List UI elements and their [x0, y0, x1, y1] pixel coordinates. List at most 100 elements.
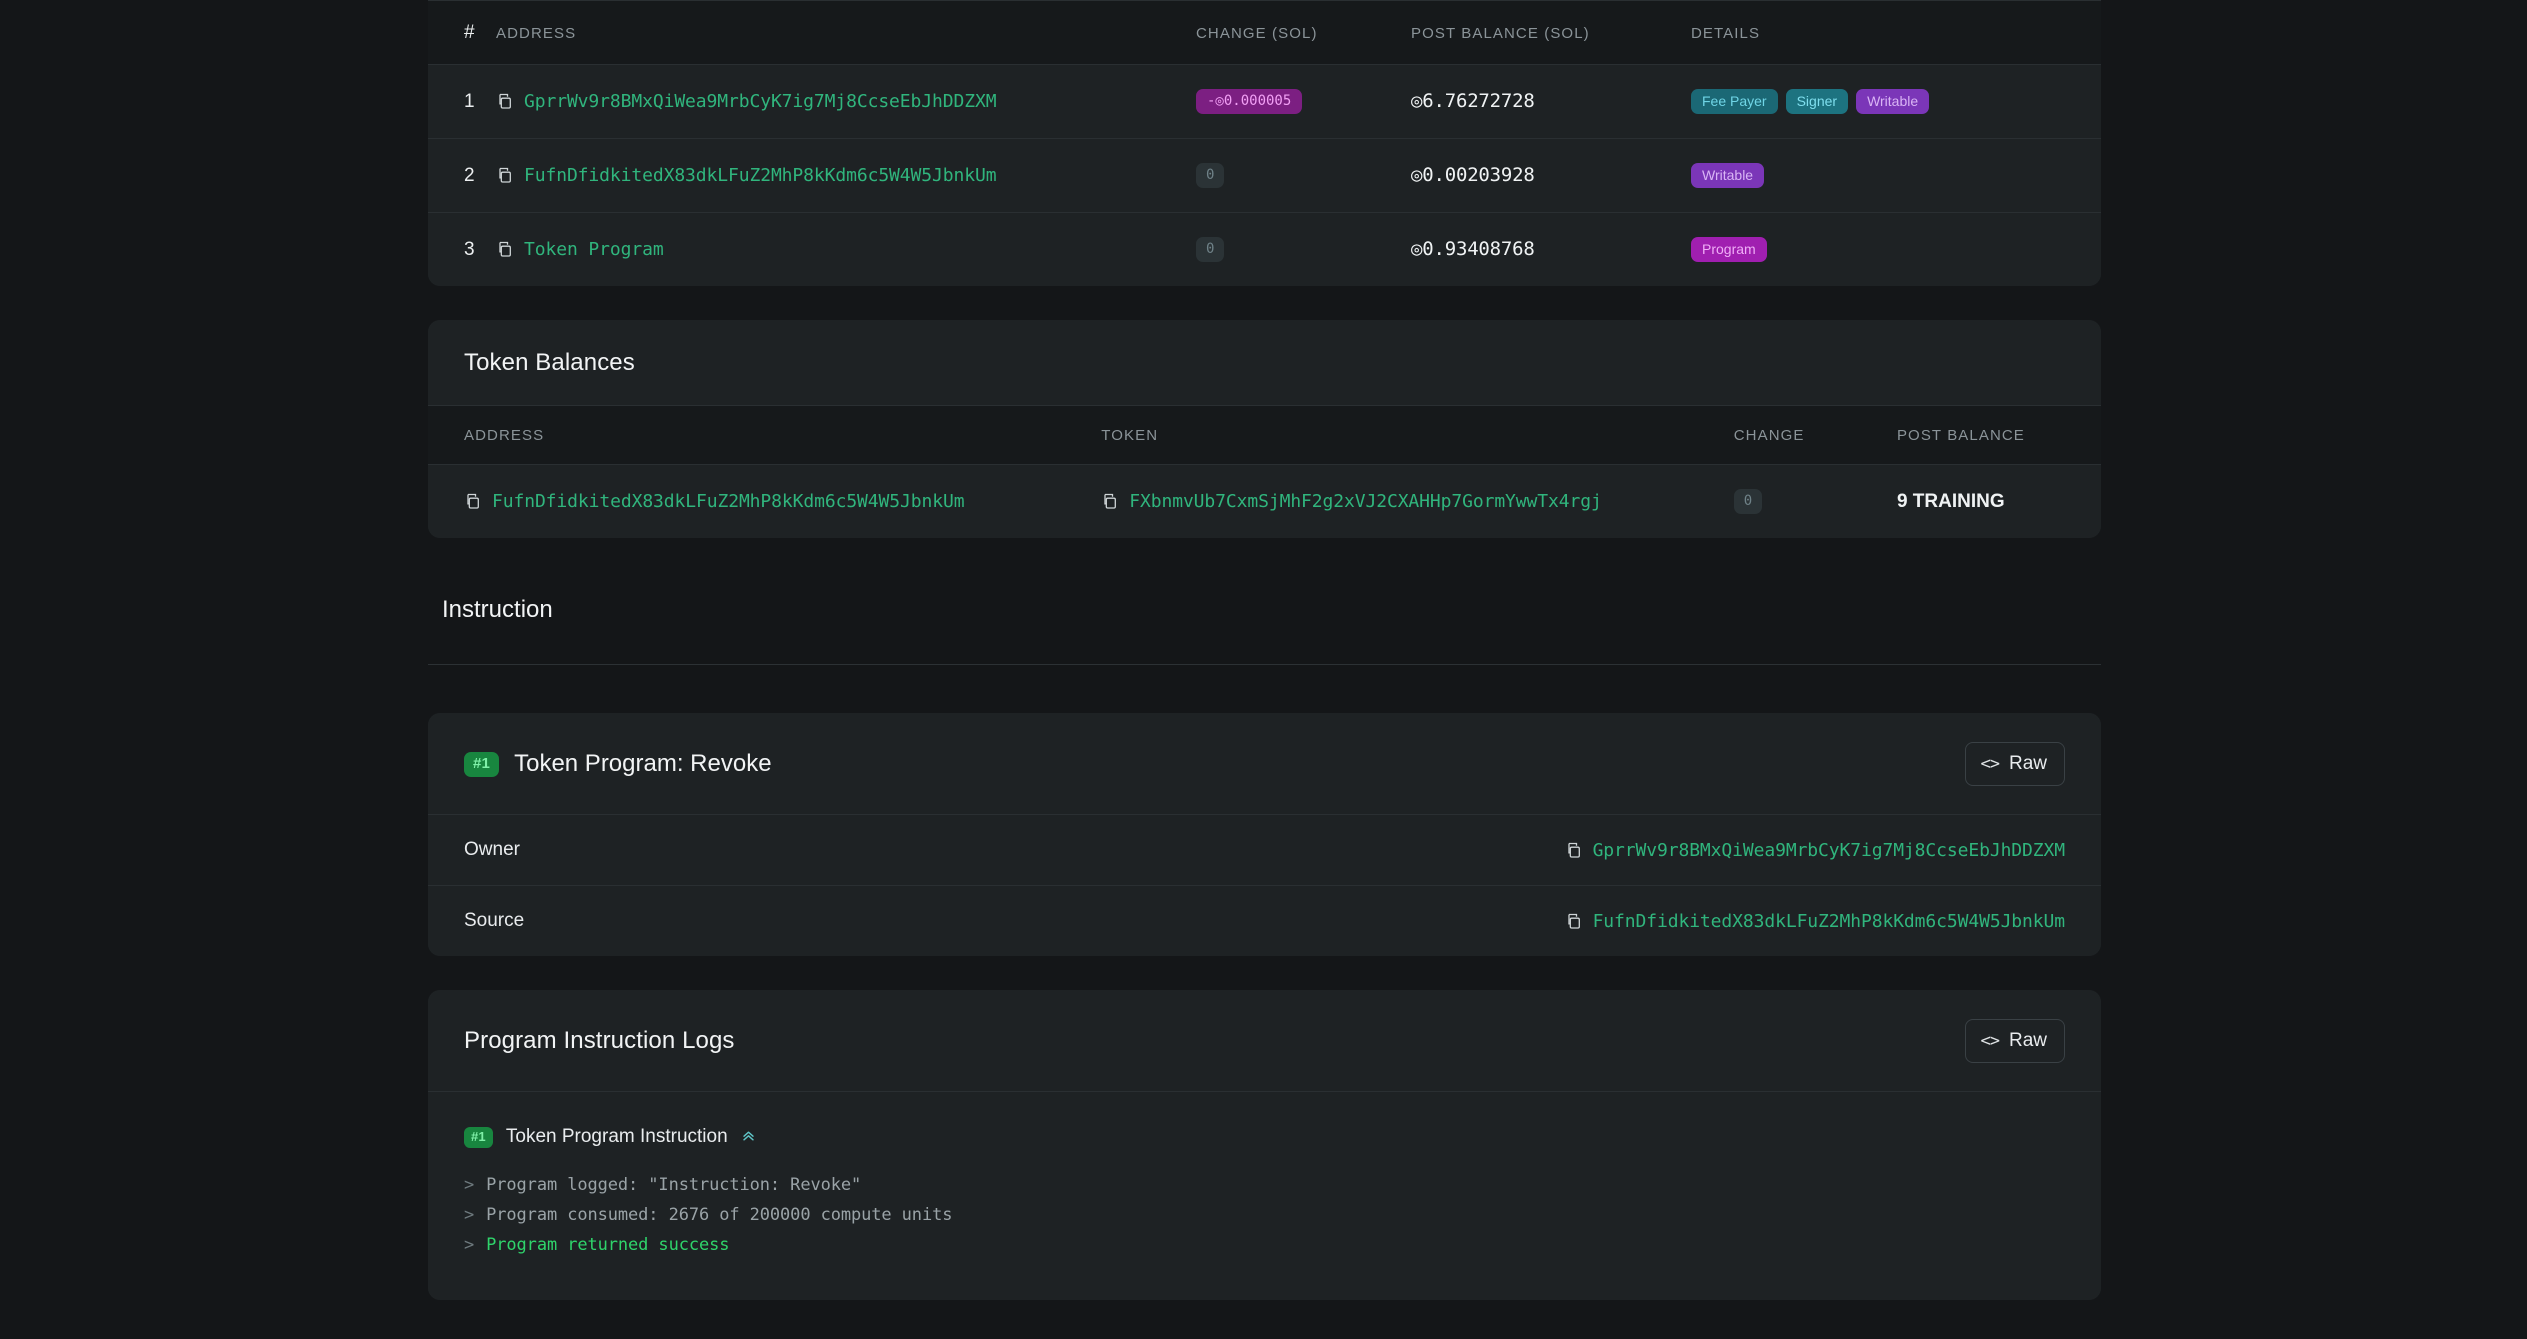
code-icon: <>: [1981, 754, 1999, 774]
change-badge: 0: [1734, 489, 1762, 514]
row-details-cell: Writable: [1691, 139, 2101, 213]
address-link[interactable]: FufnDfidkitedX83dkLFuZ2MhP8kKdm6c5W4W5Jb…: [524, 165, 996, 186]
row-change-cell: 0: [1196, 139, 1411, 213]
token-balances-table: ADDRESS TOKEN CHANGE POST BALANCE: [428, 405, 2101, 538]
table-row: 1 GprrWv9r8BMxQiWea9M: [428, 65, 2101, 139]
token-balances-title: Token Balances: [464, 349, 2065, 377]
instruction-title: Token Program: Revoke: [514, 750, 771, 778]
table-row: 2 FufnDfidkitedX83dkL: [428, 139, 2101, 213]
post-balance-value: ◎0.00203928: [1411, 164, 1535, 186]
log-line-text: Program consumed: 2676 of 200000 compute…: [486, 1205, 952, 1225]
instruction-index-badge: #1: [464, 752, 499, 778]
col-tb-change: CHANGE: [1734, 406, 1897, 465]
badge-writable: Writable: [1856, 89, 1929, 114]
source-address-link[interactable]: FufnDfidkitedX83dkLFuZ2MhP8kKdm6c5W4W5Jb…: [1593, 911, 2065, 932]
row-index: 1: [428, 65, 496, 139]
log-prefix-icon: >: [464, 1235, 474, 1255]
copy-icon[interactable]: [1565, 913, 1582, 930]
raw-button[interactable]: <> Raw: [1965, 1019, 2066, 1063]
content-container: # ADDRESS CHANGE (SOL) POST BALANCE (SOL…: [428, 0, 2101, 1334]
program-logs-body: #1 Token Program Instruction > Program lo…: [428, 1091, 2101, 1300]
transaction-detail-page: # ADDRESS CHANGE (SOL) POST BALANCE (SOL…: [0, 0, 2527, 1339]
instruction-row-value: FufnDfidkitedX83dkLFuZ2MhP8kKdm6c5W4W5Jb…: [1565, 911, 2065, 932]
log-line-text: Program returned success: [486, 1235, 729, 1255]
token-balances-card: Token Balances ADDRESS TOKEN CHANGE POST…: [428, 320, 2101, 538]
log-line: > Program logged: "Instruction: Revoke": [464, 1170, 2065, 1200]
chevron-double-up-icon[interactable]: [741, 1128, 756, 1146]
copy-icon[interactable]: [496, 93, 513, 110]
row-post-balance: ◎0.00203928: [1411, 139, 1691, 213]
instruction-section-heading: Instruction: [428, 596, 2101, 624]
raw-button-label: Raw: [2009, 1030, 2047, 1052]
raw-button[interactable]: <> Raw: [1965, 742, 2066, 786]
log-line-success: > Program returned success: [464, 1230, 2065, 1260]
row-details-cell: Program: [1691, 213, 2101, 287]
col-index: #: [428, 1, 496, 65]
change-badge: -◎0.000005: [1196, 89, 1302, 114]
instruction-title-group: #1 Token Program: Revoke: [464, 750, 772, 778]
badge-program: Program: [1691, 237, 1767, 262]
token-balances-header-row: ADDRESS TOKEN CHANGE POST BALANCE: [428, 406, 2101, 465]
accounts-table-body: 1 GprrWv9r8BMxQiWea9M: [428, 65, 2101, 287]
col-address: ADDRESS: [496, 1, 1196, 65]
log-line: > Program consumed: 2676 of 200000 comput…: [464, 1200, 2065, 1230]
row-change-cell: 0: [1196, 213, 1411, 287]
row-address-cell: GprrWv9r8BMxQiWea9MrbCyK7ig7Mj8CcseEbJhD…: [496, 65, 1196, 139]
tb-token-link[interactable]: FXbnmvUb7CxmSjMhF2g2xVJ2CXAHHp7GormYwwTx…: [1129, 491, 1601, 512]
log-line-text: Program logged: "Instruction: Revoke": [486, 1175, 861, 1195]
col-details: DETAILS: [1691, 1, 2101, 65]
instruction-card: #1 Token Program: Revoke <> Raw Owner: [428, 713, 2101, 956]
table-row: FufnDfidkitedX83dkLFuZ2MhP8kKdm6c5W4W5Jb…: [428, 465, 2101, 539]
accounts-table: # ADDRESS CHANGE (SOL) POST BALANCE (SOL…: [428, 0, 2101, 286]
tb-address-link[interactable]: FufnDfidkitedX83dkLFuZ2MhP8kKdm6c5W4W5Jb…: [492, 491, 964, 512]
log-prefix-icon: >: [464, 1205, 474, 1225]
owner-address-link[interactable]: GprrWv9r8BMxQiWea9MrbCyK7ig7Mj8CcseEbJhD…: [1593, 840, 2065, 861]
address-link[interactable]: GprrWv9r8BMxQiWea9MrbCyK7ig7Mj8CcseEbJhD…: [524, 91, 996, 112]
row-address-cell: Token Program: [496, 213, 1196, 287]
copy-icon[interactable]: [496, 241, 513, 258]
instruction-row-key: Source: [464, 910, 524, 932]
col-tb-token: TOKEN: [1101, 406, 1733, 465]
log-group-index-badge: #1: [464, 1127, 493, 1148]
program-logs-header: Program Instruction Logs <> Raw: [428, 990, 2101, 1091]
accounts-table-head: # ADDRESS CHANGE (SOL) POST BALANCE (SOL…: [428, 1, 2101, 65]
instruction-row-key: Owner: [464, 839, 520, 861]
tb-post-balance-value: 9 TRAINING: [1897, 491, 2005, 512]
section-divider: [428, 664, 2101, 665]
tb-change-cell: 0: [1734, 465, 1897, 539]
copy-icon[interactable]: [464, 493, 481, 510]
col-tb-address: ADDRESS: [428, 406, 1101, 465]
post-balance-value: ◎6.76272728: [1411, 90, 1535, 112]
token-balances-body: FufnDfidkitedX83dkLFuZ2MhP8kKdm6c5W4W5Jb…: [428, 465, 2101, 539]
log-group-label: Token Program Instruction: [506, 1126, 728, 1148]
row-address-cell: FufnDfidkitedX83dkLFuZ2MhP8kKdm6c5W4W5Jb…: [496, 139, 1196, 213]
tb-address-cell: FufnDfidkitedX83dkLFuZ2MhP8kKdm6c5W4W5Jb…: [428, 465, 1101, 539]
copy-icon[interactable]: [496, 167, 513, 184]
raw-button-label: Raw: [2009, 753, 2047, 775]
col-post-balance: POST BALANCE (SOL): [1411, 1, 1691, 65]
col-tb-post-balance: POST BALANCE: [1897, 406, 2101, 465]
log-group-header[interactable]: #1 Token Program Instruction: [464, 1126, 2065, 1148]
row-change-cell: -◎0.000005: [1196, 65, 1411, 139]
instruction-row-source: Source FufnDfidkitedX83dkLFuZ2MhP8kKdm6c…: [428, 885, 2101, 956]
accounts-table-card: # ADDRESS CHANGE (SOL) POST BALANCE (SOL…: [428, 0, 2101, 286]
change-badge: 0: [1196, 237, 1224, 262]
copy-icon[interactable]: [1565, 842, 1582, 859]
program-link[interactable]: Token Program: [524, 239, 664, 260]
row-index: 2: [428, 139, 496, 213]
tb-post-balance-cell: 9 TRAINING: [1897, 465, 2101, 539]
accounts-header-row: # ADDRESS CHANGE (SOL) POST BALANCE (SOL…: [428, 1, 2101, 65]
badge-fee-payer: Fee Payer: [1691, 89, 1778, 114]
tb-token-cell: FXbnmvUb7CxmSjMhF2g2xVJ2CXAHHp7GormYwwTx…: [1101, 465, 1733, 539]
log-prefix-icon: >: [464, 1175, 474, 1195]
token-balances-head: ADDRESS TOKEN CHANGE POST BALANCE: [428, 406, 2101, 465]
col-change: CHANGE (SOL): [1196, 1, 1411, 65]
row-post-balance: ◎0.93408768: [1411, 213, 1691, 287]
change-badge: 0: [1196, 163, 1224, 188]
program-logs-card: Program Instruction Logs <> Raw #1 Token…: [428, 990, 2101, 1300]
instruction-card-header: #1 Token Program: Revoke <> Raw: [428, 713, 2101, 814]
row-details-cell: Fee Payer Signer Writable: [1691, 65, 2101, 139]
badge-writable: Writable: [1691, 163, 1764, 188]
copy-icon[interactable]: [1101, 493, 1118, 510]
row-post-balance: ◎6.76272728: [1411, 65, 1691, 139]
